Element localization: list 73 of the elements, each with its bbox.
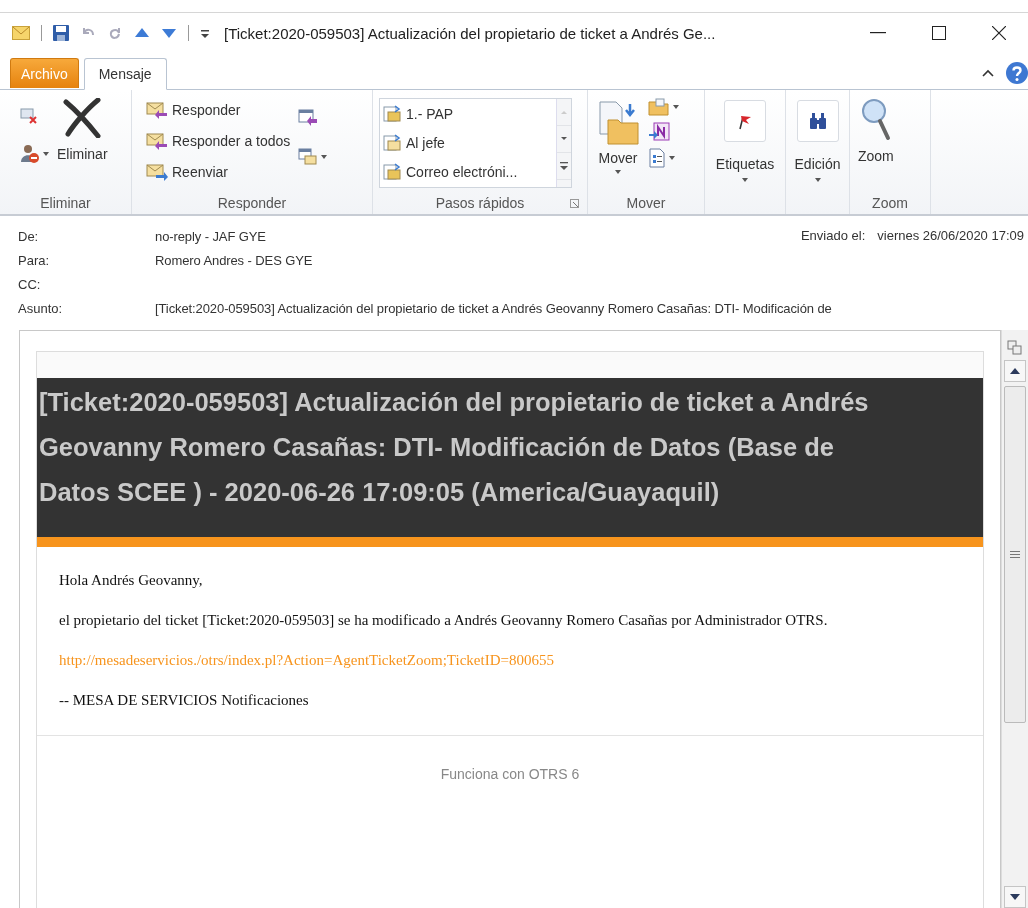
caret-icon (615, 170, 621, 174)
help-icon[interactable] (1006, 62, 1028, 84)
ribbon-button[interactable]: Responder a todos (144, 127, 293, 155)
envelope-arrow-icon (146, 132, 168, 150)
caret-icon[interactable] (669, 156, 675, 160)
notebook-icon[interactable] (648, 122, 670, 142)
dialog-launcher-icon[interactable] (570, 199, 579, 208)
signature-text: -- MESA DE SERVICIOS Notificaciones (59, 691, 310, 709)
ribbon-button[interactable]: Reenviar (144, 158, 293, 186)
drag-handle-icon[interactable] (1007, 340, 1023, 356)
folder-document-icon (596, 100, 640, 146)
quick-step-icon (382, 104, 402, 123)
calendar-envelope-icon[interactable] (298, 148, 319, 166)
caret-icon (742, 178, 748, 182)
scroll-thumb[interactable] (1004, 386, 1026, 723)
field-label: Asunto: (18, 300, 64, 316)
field-value: Romero Andres - DES GYE (155, 252, 313, 268)
field-label: Enviado el: (800, 228, 866, 243)
magnifier-icon (860, 98, 891, 142)
field-label: CC: (18, 276, 42, 292)
quick-step-icon (382, 163, 402, 182)
ribbon-button[interactable]: Responder (144, 96, 293, 124)
quick-step[interactable]: Correo electróni... (380, 159, 556, 186)
calendar-icon[interactable] (298, 108, 319, 126)
email-heading: [Ticket:2020-059503] Actualización del propietario de ticket a Andrés Geovanny Romero Casañas: DTI- Modificación de Datos (Base de Datos SCEE ) - 2020-06-26 17:09:05 (America/Guayaquil) (39, 387, 870, 508)
binoculars-icon (807, 112, 828, 130)
down-arrow-icon (1010, 894, 1020, 900)
caret-icon[interactable] (43, 152, 49, 156)
close-icon[interactable] (992, 26, 1006, 40)
envelope-icon (12, 26, 30, 40)
grip-icon (1010, 551, 1020, 558)
blocked-person-icon[interactable] (20, 144, 40, 164)
quick-step[interactable]: 1.- PAP (380, 100, 556, 127)
ribbon-tab[interactable]: Mensaje (83, 58, 167, 90)
scroll-down-button[interactable] (1004, 886, 1026, 908)
tags-button[interactable]: Etiquetas (705, 96, 785, 192)
down-arrow-icon[interactable] (161, 27, 177, 39)
window-title: [Ticket:2020-059503] Actualización del propietario de ticket a Andrés Ge... (224, 24, 717, 42)
field-value: [Ticket:2020-059503] Actualización del propietario de ticket a Andrés Geovanny Romero Casañas: DTI- Modificación de (155, 300, 832, 316)
envelope-arrow-icon (146, 163, 168, 181)
field-label: De: (18, 228, 40, 244)
up-arrow-icon[interactable] (134, 27, 150, 39)
group-label: Responder (217, 195, 287, 211)
editing-button[interactable]: Edición (786, 96, 849, 192)
caret-icon[interactable] (673, 105, 679, 109)
footer-text: Funciona con OTRS 6 (440, 766, 580, 784)
field-value: no-reply - JAF GYE (155, 228, 266, 244)
move-button[interactable]: Mover (594, 96, 642, 192)
group-label: Pasos rápidos (435, 195, 525, 211)
message-paragraph: el propietario del ticket [Ticket:2020-059503] se ha modificado a Andrés Geovanny Romero Casañas por Administrador OTRS. (59, 611, 829, 629)
rules-icon[interactable] (648, 148, 666, 168)
minimize-icon[interactable] (870, 32, 886, 34)
up-arrow-icon (1010, 368, 1020, 374)
caret-icon (814, 178, 821, 182)
envelope-arrow-icon (146, 101, 168, 119)
quick-step[interactable]: Al jefe (380, 130, 556, 156)
zoom-button[interactable]: Zoom (856, 96, 896, 192)
group-label: Eliminar (40, 195, 91, 211)
save-icon[interactable] (53, 25, 69, 41)
x-icon (62, 98, 103, 138)
field-label: Para: (18, 252, 51, 268)
quick-step-icon (382, 134, 402, 152)
customize-icon[interactable] (200, 27, 210, 39)
delete-button[interactable]: Eliminar (55, 96, 110, 192)
collapse-ribbon-icon[interactable] (982, 68, 994, 78)
caret-icon[interactable] (321, 155, 328, 159)
group-label: Zoom (872, 195, 908, 211)
group-label: Mover (626, 195, 666, 211)
field-value: viernes 26/06/2020 17:09 (877, 228, 1024, 243)
maximize-icon[interactable] (932, 26, 946, 40)
ignore-icon[interactable] (20, 106, 38, 124)
scroll-up-button[interactable] (1004, 360, 1026, 382)
greeting-text: Hola Andrés Geovanny, (59, 571, 204, 589)
